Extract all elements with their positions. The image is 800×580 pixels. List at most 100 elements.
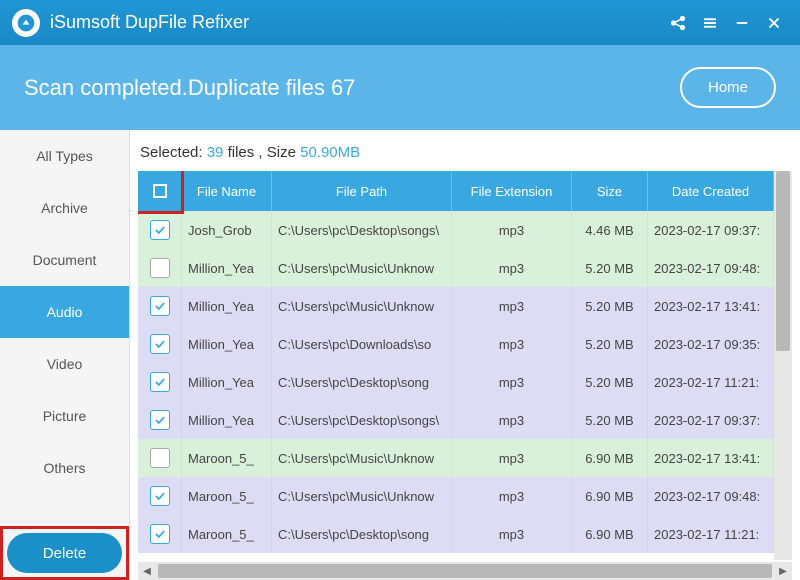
- row-checkbox[interactable]: [150, 220, 170, 240]
- cell-date: 2023-02-17 09:48:: [648, 249, 774, 287]
- cell-filename: Maroon_5_: [182, 439, 272, 477]
- share-icon[interactable]: [664, 9, 692, 37]
- sidebar-item-all-types[interactable]: All Types: [0, 130, 129, 182]
- cell-filename: Maroon_5_: [182, 515, 272, 553]
- main-area: All TypesArchiveDocumentAudioVideoPictur…: [0, 130, 800, 580]
- table-body: Josh_GrobC:\Users\pc\Desktop\songs\mp34.…: [138, 211, 774, 553]
- cell-extension: mp3: [452, 477, 572, 515]
- cell-filepath: C:\Users\pc\Desktop\songs\: [272, 401, 452, 439]
- cell-size: 5.20 MB: [572, 363, 648, 401]
- status-count: 67: [331, 75, 355, 100]
- cell-extension: mp3: [452, 325, 572, 363]
- titlebar: iSumsoft DupFile Refixer: [0, 0, 800, 45]
- app-logo: [12, 9, 40, 37]
- sidebar: All TypesArchiveDocumentAudioVideoPictur…: [0, 130, 130, 580]
- cell-filepath: C:\Users\pc\Desktop\song: [272, 363, 452, 401]
- close-icon[interactable]: [760, 9, 788, 37]
- row-checkbox[interactable]: [150, 410, 170, 430]
- cell-size: 4.46 MB: [572, 211, 648, 249]
- header-filepath[interactable]: File Path: [272, 171, 452, 211]
- table-row: Million_YeaC:\Users\pc\Music\Unknowmp35.…: [138, 249, 774, 287]
- sidebar-item-picture[interactable]: Picture: [0, 390, 129, 442]
- cell-filepath: C:\Users\pc\Desktop\song: [272, 515, 452, 553]
- row-checkbox[interactable]: [150, 486, 170, 506]
- cell-filepath: C:\Users\pc\Music\Unknow: [272, 249, 452, 287]
- header-size[interactable]: Size: [572, 171, 648, 211]
- scroll-right-icon[interactable]: ▶: [774, 562, 792, 580]
- cell-date: 2023-02-17 09:35:: [648, 325, 774, 363]
- cell-date: 2023-02-17 13:41:: [648, 287, 774, 325]
- selection-info: Selected: 39 files , Size 50.90MB: [138, 138, 792, 171]
- scrollbar-thumb[interactable]: [158, 564, 772, 578]
- sidebar-item-others[interactable]: Others: [0, 442, 129, 494]
- header-filename[interactable]: File Name: [182, 171, 272, 211]
- cell-date: 2023-02-17 13:41:: [648, 439, 774, 477]
- cell-filename: Million_Yea: [182, 363, 272, 401]
- cell-filepath: C:\Users\pc\Music\Unknow: [272, 477, 452, 515]
- cell-filepath: C:\Users\pc\Downloads\so: [272, 325, 452, 363]
- cell-extension: mp3: [452, 249, 572, 287]
- cell-extension: mp3: [452, 515, 572, 553]
- minimize-icon[interactable]: [728, 9, 756, 37]
- status-prefix: Scan completed.Duplicate files: [24, 75, 331, 100]
- delete-button[interactable]: Delete: [7, 533, 122, 573]
- sidebar-item-audio[interactable]: Audio: [0, 286, 129, 338]
- header-extension[interactable]: File Extension: [452, 171, 572, 211]
- menu-icon[interactable]: [696, 9, 724, 37]
- row-checkbox-cell: [138, 477, 182, 515]
- row-checkbox[interactable]: [150, 296, 170, 316]
- row-checkbox-cell: [138, 325, 182, 363]
- table-row: Josh_GrobC:\Users\pc\Desktop\songs\mp34.…: [138, 211, 774, 249]
- table-header: File Name File Path File Extension Size …: [138, 171, 774, 211]
- row-checkbox[interactable]: [150, 258, 170, 278]
- select-all-checkbox[interactable]: [151, 182, 169, 200]
- row-checkbox-cell: [138, 249, 182, 287]
- cell-date: 2023-02-17 11:21:: [648, 515, 774, 553]
- sidebar-item-archive[interactable]: Archive: [0, 182, 129, 234]
- row-checkbox[interactable]: [150, 448, 170, 468]
- row-checkbox-cell: [138, 401, 182, 439]
- table-row: Million_YeaC:\Users\pc\Downloads\somp35.…: [138, 325, 774, 363]
- sidebar-item-video[interactable]: Video: [0, 338, 129, 390]
- cell-extension: mp3: [452, 401, 572, 439]
- cell-date: 2023-02-17 09:48:: [648, 477, 774, 515]
- row-checkbox[interactable]: [150, 372, 170, 392]
- header-date[interactable]: Date Created: [648, 171, 774, 211]
- home-button[interactable]: Home: [680, 67, 776, 108]
- cell-date: 2023-02-17 09:37:: [648, 211, 774, 249]
- table-row: Maroon_5_C:\Users\pc\Music\Unknowmp36.90…: [138, 439, 774, 477]
- table-row: Maroon_5_C:\Users\pc\Desktop\songmp36.90…: [138, 515, 774, 553]
- table-row: Maroon_5_C:\Users\pc\Music\Unknowmp36.90…: [138, 477, 774, 515]
- selected-count: 39: [207, 144, 224, 161]
- cell-date: 2023-02-17 11:21:: [648, 363, 774, 401]
- content-area: Selected: 39 files , Size 50.90MB File N…: [130, 130, 800, 580]
- cell-size: 5.20 MB: [572, 287, 648, 325]
- table-row: Million_YeaC:\Users\pc\Music\Unknowmp35.…: [138, 287, 774, 325]
- sidebar-item-document[interactable]: Document: [0, 234, 129, 286]
- row-checkbox-cell: [138, 287, 182, 325]
- logo-icon: [16, 13, 36, 33]
- vertical-scrollbar[interactable]: [774, 171, 792, 560]
- cell-extension: mp3: [452, 287, 572, 325]
- table-row: Million_YeaC:\Users\pc\Desktop\songmp35.…: [138, 363, 774, 401]
- selected-size: 50.90MB: [300, 144, 360, 161]
- scrollbar-thumb[interactable]: [776, 171, 790, 351]
- cell-size: 6.90 MB: [572, 515, 648, 553]
- cell-size: 6.90 MB: [572, 439, 648, 477]
- table: File Name File Path File Extension Size …: [138, 171, 774, 560]
- row-checkbox-cell: [138, 515, 182, 553]
- row-checkbox-cell: [138, 211, 182, 249]
- cell-extension: mp3: [452, 439, 572, 477]
- cell-size: 5.20 MB: [572, 325, 648, 363]
- header-checkbox-cell[interactable]: [138, 171, 182, 211]
- cell-filename: Million_Yea: [182, 249, 272, 287]
- row-checkbox[interactable]: [150, 524, 170, 544]
- delete-highlight: Delete: [0, 526, 129, 580]
- scroll-left-icon[interactable]: ◀: [138, 562, 156, 580]
- cell-filename: Maroon_5_: [182, 477, 272, 515]
- status-bar: Scan completed.Duplicate files 67 Home: [0, 45, 800, 130]
- cell-filepath: C:\Users\pc\Desktop\songs\: [272, 211, 452, 249]
- row-checkbox[interactable]: [150, 334, 170, 354]
- table-wrap: File Name File Path File Extension Size …: [138, 171, 792, 560]
- horizontal-scrollbar[interactable]: ◀ ▶: [138, 562, 792, 580]
